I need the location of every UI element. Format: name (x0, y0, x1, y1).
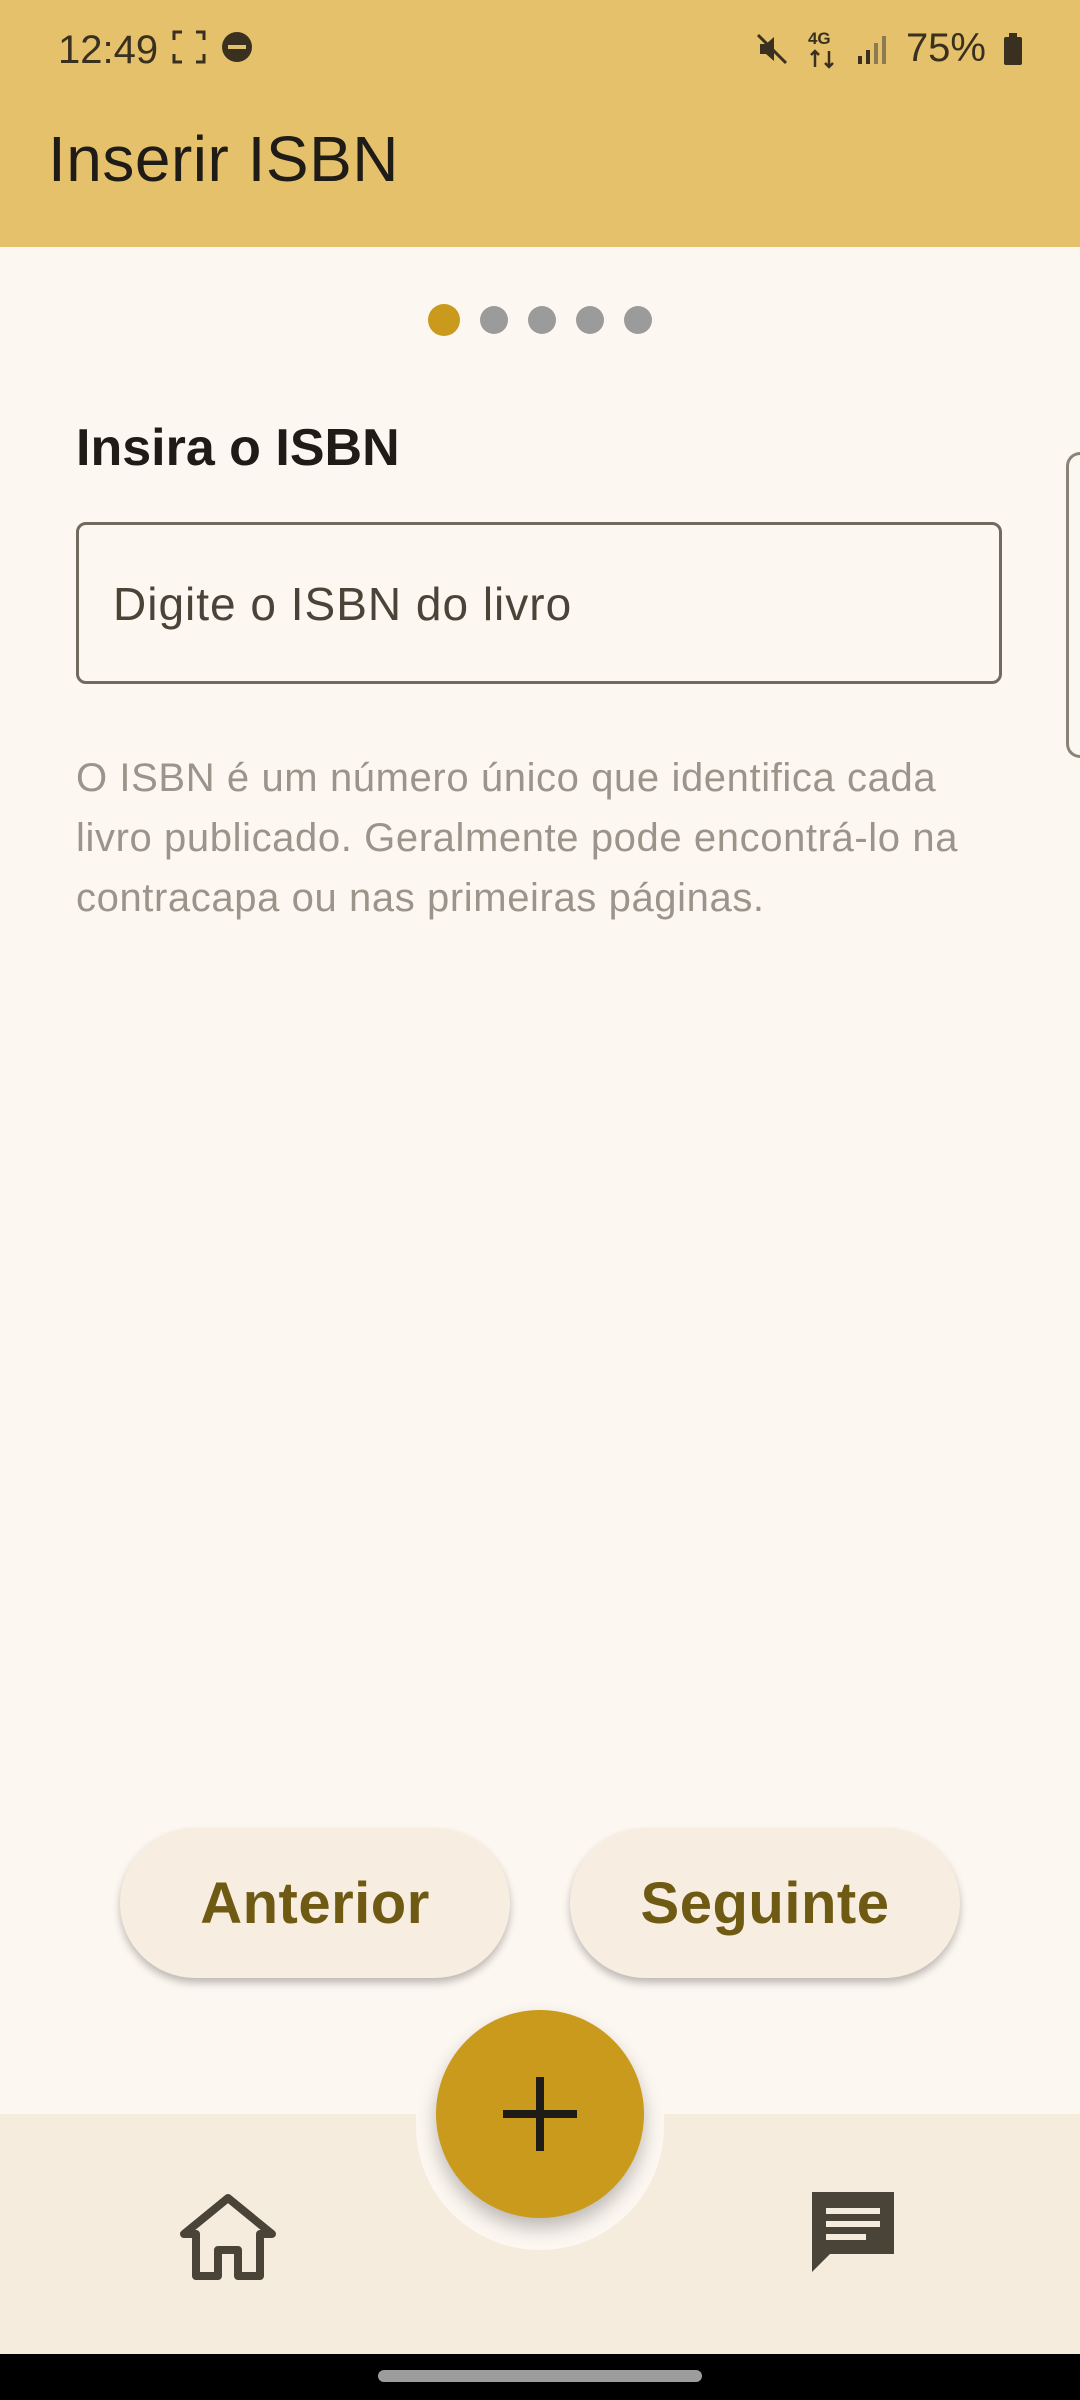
nav-home-button[interactable] (178, 2192, 278, 2282)
chat-icon (812, 2192, 894, 2272)
status-left-icons (172, 30, 254, 64)
battery-percent: 75% (905, 26, 986, 70)
app-bar: 12:49 4G 75% Inserir ISBN (0, 0, 1080, 247)
screenshot-icon (172, 30, 206, 64)
previous-button[interactable]: Anterior (120, 1828, 510, 1978)
status-bar: 12:49 4G 75% (0, 0, 1080, 100)
step-dot (480, 306, 508, 334)
battery-icon (1004, 32, 1022, 65)
step-dot (576, 306, 604, 334)
network-4g-icon: 4G (806, 29, 840, 69)
do-not-disturb-icon (222, 32, 252, 62)
step-indicator (0, 304, 1080, 336)
step-dot (624, 306, 652, 334)
next-button[interactable]: Seguinte (570, 1828, 960, 1978)
step-dot (528, 306, 556, 334)
edge-panel-handle[interactable] (1066, 452, 1080, 758)
status-right-icons: 4G 75% (754, 26, 1024, 71)
network-label: 4G (807, 28, 831, 48)
system-navigation-bar (0, 2354, 1080, 2400)
helper-text: O ISBN é um número único que identifica … (76, 756, 959, 920)
add-button[interactable] (436, 2010, 644, 2218)
section-heading: Insira o ISBN (76, 419, 400, 477)
page-title: Inserir ISBN (48, 123, 399, 195)
gesture-handle[interactable] (378, 2370, 702, 2382)
status-time: 12:49 (58, 28, 159, 72)
mute-icon (756, 33, 787, 64)
home-icon (180, 2194, 276, 2280)
add-icon (503, 2077, 577, 2151)
nav-chat-button[interactable] (806, 2186, 900, 2280)
isbn-input[interactable]: Digite o ISBN do livro (76, 522, 1002, 684)
isbn-input-placeholder: Digite o ISBN do livro (113, 578, 573, 630)
signal-icon (857, 35, 886, 64)
step-dot-active (428, 304, 460, 336)
